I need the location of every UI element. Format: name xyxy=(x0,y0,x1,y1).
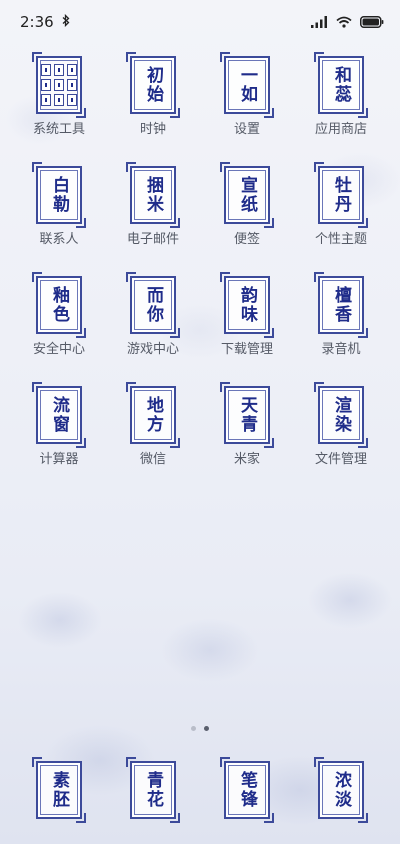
app-icon: 素胚 xyxy=(32,757,86,823)
folder-mini-app-icon xyxy=(54,94,64,106)
app-12[interactable]: 流窗 计算器 xyxy=(12,382,106,467)
dock-app-3[interactable]: 浓淡 xyxy=(294,757,388,823)
folder-mini-app-icon xyxy=(67,79,77,91)
calligraphy-glyph: 而你 xyxy=(143,286,163,324)
app-label: 录音机 xyxy=(321,342,361,357)
app-icon: 白勒 xyxy=(32,162,86,228)
battery-icon xyxy=(360,13,384,32)
calligraphy-glyph: 和蕊 xyxy=(331,66,351,104)
calligraphy-glyph: 地方 xyxy=(143,396,163,434)
app-label: 系统工具 xyxy=(32,122,85,137)
app-11[interactable]: 檀香 录音机 xyxy=(294,272,388,357)
page-indicator[interactable] xyxy=(0,726,400,731)
folder-preview-grid xyxy=(41,64,77,106)
app-1[interactable]: 初始 时钟 xyxy=(106,52,200,137)
calligraphy-glyph: 青花 xyxy=(143,771,163,809)
app-6[interactable]: 宣纸 便签 xyxy=(200,162,294,247)
wifi-icon xyxy=(336,13,352,32)
app-icon: 地方 xyxy=(126,382,180,448)
app-0[interactable]: 系统工具 xyxy=(12,52,106,137)
app-label: 游戏中心 xyxy=(126,342,179,357)
app-label: 下载管理 xyxy=(220,342,273,357)
folder-mini-app-icon xyxy=(54,64,64,76)
app-icon: 浓淡 xyxy=(314,757,368,823)
app-icon: 一如 xyxy=(220,52,274,118)
app-icon: 釉色 xyxy=(32,272,86,338)
app-icon: 和蕊 xyxy=(314,52,368,118)
app-label: 文件管理 xyxy=(314,452,367,467)
calligraphy-glyph: 笔锋 xyxy=(237,771,257,809)
calligraphy-glyph: 天青 xyxy=(237,396,257,434)
app-icon: 宣纸 xyxy=(220,162,274,228)
app-icon: 捆米 xyxy=(126,162,180,228)
app-4[interactable]: 白勒 联系人 xyxy=(12,162,106,247)
folder-mini-app-icon xyxy=(41,94,51,106)
status-bar: 2:36 xyxy=(0,0,400,44)
calligraphy-glyph: 浓淡 xyxy=(331,771,351,809)
folder-mini-app-icon xyxy=(67,94,77,106)
calligraphy-glyph: 一如 xyxy=(237,66,257,104)
calligraphy-glyph: 釉色 xyxy=(49,286,69,324)
dock-app-1[interactable]: 青花 xyxy=(106,757,200,823)
dock-app-2[interactable]: 笔锋 xyxy=(200,757,294,823)
app-5[interactable]: 捆米 电子邮件 xyxy=(106,162,200,247)
folder-mini-app-icon xyxy=(41,64,51,76)
app-label: 安全中心 xyxy=(32,342,85,357)
app-icon: 初始 xyxy=(126,52,180,118)
calligraphy-glyph: 牡丹 xyxy=(331,176,351,214)
bluetooth-icon xyxy=(62,13,70,31)
app-label: 时钟 xyxy=(139,122,166,137)
app-icon: 渲染 xyxy=(314,382,368,448)
calligraphy-glyph: 初始 xyxy=(143,66,163,104)
folder-mini-app-icon xyxy=(67,64,77,76)
app-7[interactable]: 牡丹 个性主题 xyxy=(294,162,388,247)
app-icon: 而你 xyxy=(126,272,180,338)
calligraphy-glyph: 素胚 xyxy=(49,771,69,809)
app-icon: 笔锋 xyxy=(220,757,274,823)
dock-app-0[interactable]: 素胚 xyxy=(12,757,106,823)
folder-mini-app-icon xyxy=(41,79,51,91)
app-9[interactable]: 而你 游戏中心 xyxy=(106,272,200,357)
folder-icon xyxy=(32,52,86,118)
app-label: 应用商店 xyxy=(314,122,367,137)
app-13[interactable]: 地方 微信 xyxy=(106,382,200,467)
app-icon: 天青 xyxy=(220,382,274,448)
app-15[interactable]: 渲染 文件管理 xyxy=(294,382,388,467)
page-dot[interactable] xyxy=(191,726,196,731)
calligraphy-glyph: 渲染 xyxy=(331,396,351,434)
app-icon: 檀香 xyxy=(314,272,368,338)
app-label: 联系人 xyxy=(39,232,79,247)
status-time: 2:36 xyxy=(20,13,54,31)
app-icon: 流窗 xyxy=(32,382,86,448)
app-2[interactable]: 一如 设置 xyxy=(200,52,294,137)
app-14[interactable]: 天青 米家 xyxy=(200,382,294,467)
calligraphy-glyph: 韵味 xyxy=(237,286,257,324)
signal-icon xyxy=(311,13,328,32)
page-dot[interactable] xyxy=(204,726,209,731)
app-icon: 青花 xyxy=(126,757,180,823)
folder-mini-app-icon xyxy=(54,79,64,91)
calligraphy-glyph: 白勒 xyxy=(49,176,69,214)
app-icon: 牡丹 xyxy=(314,162,368,228)
app-grid: 系统工具 初始 时钟 一如 设置 和蕊 应用商店 白勒 联系人 捆米 电子邮件 宣纸 便签 牡丹 个性主题釉… xyxy=(0,52,400,467)
app-3[interactable]: 和蕊 应用商店 xyxy=(294,52,388,137)
app-icon: 韵味 xyxy=(220,272,274,338)
app-label: 微信 xyxy=(139,452,166,467)
app-label: 米家 xyxy=(233,452,260,467)
calligraphy-glyph: 宣纸 xyxy=(237,176,257,214)
app-label: 便签 xyxy=(233,232,260,247)
app-10[interactable]: 韵味 下载管理 xyxy=(200,272,294,357)
app-8[interactable]: 釉色 安全中心 xyxy=(12,272,106,357)
app-label: 个性主题 xyxy=(314,232,367,247)
calligraphy-glyph: 流窗 xyxy=(49,396,69,434)
dock: 素胚 青花 笔锋 浓淡 xyxy=(0,757,400,823)
calligraphy-glyph: 捆米 xyxy=(143,176,163,214)
app-label: 设置 xyxy=(233,122,260,137)
calligraphy-glyph: 檀香 xyxy=(331,286,351,324)
app-label: 计算器 xyxy=(39,452,79,467)
app-label: 电子邮件 xyxy=(126,232,179,247)
